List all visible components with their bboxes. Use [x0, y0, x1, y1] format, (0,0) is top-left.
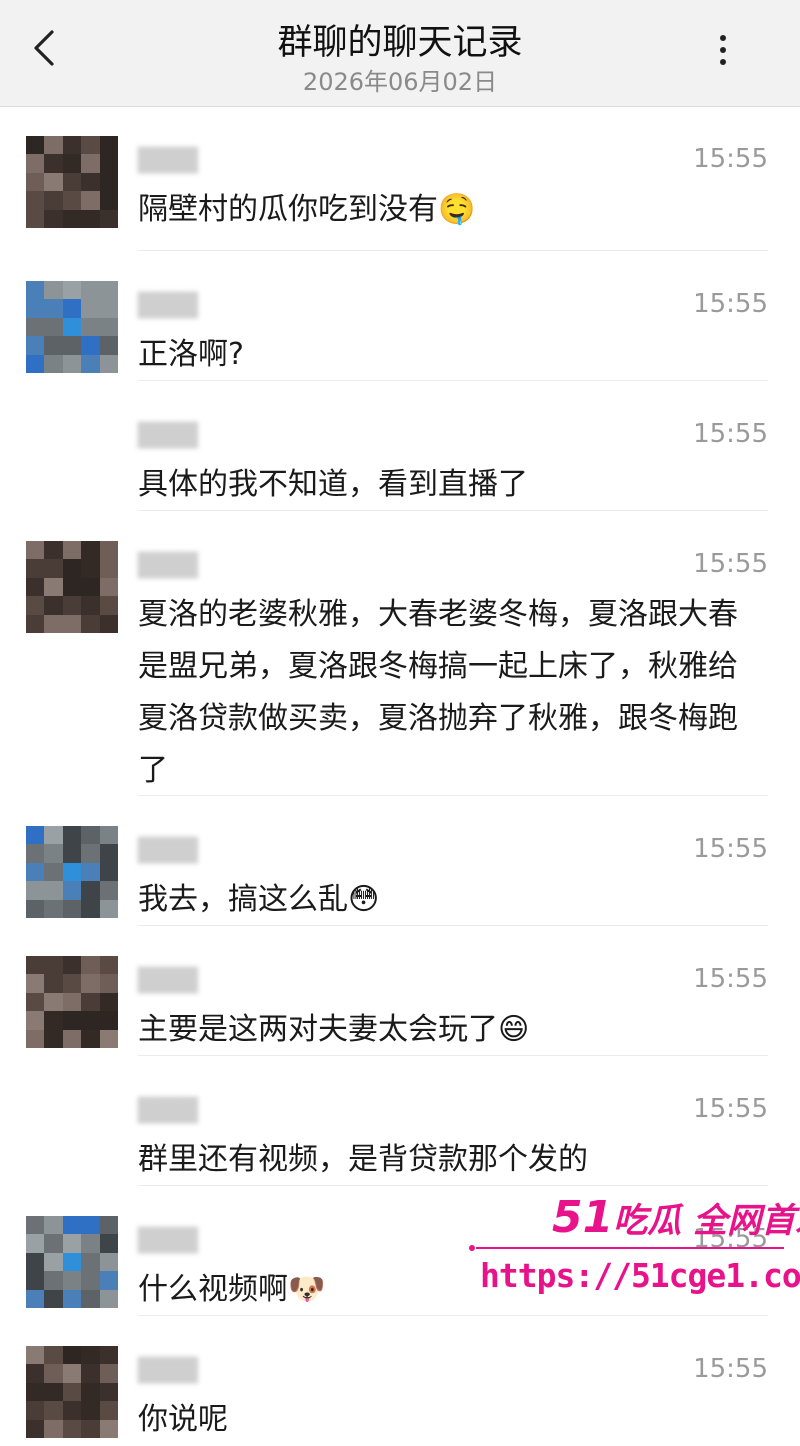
avatar[interactable]: [26, 281, 118, 373]
chat-message[interactable]: ▇▇▇ 15:55 主要是这两对夫妻太会玩了😄: [0, 926, 800, 1056]
watermark-url: https://51cge1.com: [480, 1256, 800, 1295]
emoji-icon: 🐶: [288, 1272, 326, 1307]
header-bar: 群聊的聊天记录 2026年06月02日: [0, 0, 800, 107]
message-time: 15:55: [693, 1354, 768, 1384]
message-text: 我去，搞这么乱😳: [138, 874, 752, 926]
message-text: 夏洛的老婆秋雅，大春老婆冬梅，夏洛跟大春是盟兄弟，夏洛跟冬梅搞一起上床了，秋雅给…: [138, 589, 752, 797]
chat-message[interactable]: ▇▇▇ 15:55 隔壁村的瓜你吃到没有🤤: [0, 106, 800, 251]
sender-name-blurred: ▇▇▇: [138, 1224, 198, 1254]
sender-name-blurred: ▇▇▇: [138, 1354, 198, 1384]
emoji-icon: 😄: [498, 1012, 530, 1047]
message-time: 15:55: [693, 144, 768, 174]
chat-message[interactable]: ▇▇▇ 15:55 正洛啊?: [0, 251, 800, 381]
message-text: 具体的我不知道，看到直播了: [138, 459, 752, 511]
message-text: 群里还有视频，是背贷款那个发的: [138, 1134, 752, 1186]
avatar[interactable]: [26, 136, 118, 228]
avatar[interactable]: [26, 956, 118, 1048]
chat-date: 2026年06月02日: [302, 68, 498, 96]
message-body: 什么视频啊: [138, 1272, 288, 1307]
watermark-label: 吃瓜 全网首发: [613, 1201, 800, 1241]
sender-name-blurred: ▇▇▇: [138, 549, 198, 579]
message-body: 群里还有视频，是背贷款那个发的: [138, 1142, 588, 1177]
watermark-line-icon: [469, 1245, 784, 1251]
sender-name-blurred: ▇▇▇: [138, 289, 198, 319]
chat-message[interactable]: ▇▇▇ 15:55 你说呢: [0, 1316, 800, 1438]
message-time: 15:55: [693, 834, 768, 864]
message-time: 15:55: [693, 549, 768, 579]
message-time: 15:55: [693, 1094, 768, 1124]
message-body: 隔壁村的瓜你吃到没有: [138, 192, 438, 227]
emoji-icon: 😳: [348, 882, 380, 917]
avatar[interactable]: [26, 826, 118, 918]
chat-message[interactable]: ▇▇▇ 15:55 夏洛的老婆秋雅，大春老婆冬梅，夏洛跟大春是盟兄弟，夏洛跟冬梅搞一…: [0, 511, 800, 796]
page-title: 群聊的聊天记录: [277, 23, 523, 63]
message-body: 你说呢: [138, 1402, 228, 1437]
message-body: 具体的我不知道，看到直播了: [138, 467, 528, 502]
message-body: 正洛啊?: [138, 337, 244, 372]
message-text: 你说呢: [138, 1394, 752, 1446]
watermark-number: 51: [552, 1192, 614, 1243]
chat-message[interactable]: ▇▇▇ 15:55 群里还有视频，是背贷款那个发的: [0, 1056, 800, 1186]
sender-name-blurred: ▇▇▇: [138, 419, 198, 449]
message-text: 主要是这两对夫妻太会玩了😄: [138, 1004, 752, 1056]
message-body: 夏洛的老婆秋雅，大春老婆冬梅，夏洛跟大春是盟兄弟，夏洛跟冬梅搞一起上床了，秋雅给…: [138, 597, 738, 788]
message-time: 15:55: [693, 964, 768, 994]
avatar[interactable]: [26, 1216, 118, 1308]
sender-name-blurred: ▇▇▇: [138, 144, 198, 174]
chat-message[interactable]: ▇▇▇ 15:55 具体的我不知道，看到直播了: [0, 381, 800, 511]
message-body: 主要是这两对夫妻太会玩了: [138, 1012, 498, 1047]
message-body: 我去，搞这么乱: [138, 882, 348, 917]
more-options-button[interactable]: [706, 30, 740, 70]
message-text: 隔壁村的瓜你吃到没有🤤: [138, 184, 752, 236]
emoji-icon: 🤤: [438, 192, 476, 227]
sender-name-blurred: ▇▇▇: [138, 834, 198, 864]
avatar[interactable]: [26, 1346, 118, 1438]
avatar[interactable]: [26, 541, 118, 633]
sender-name-blurred: ▇▇▇: [138, 1094, 198, 1124]
message-time: 15:55: [693, 289, 768, 319]
vertical-ellipsis-icon: [720, 35, 726, 65]
sender-name-blurred: ▇▇▇: [138, 964, 198, 994]
message-time: 15:55: [693, 419, 768, 449]
watermark-logo: 51吃瓜 全网首发 https://51cge1.com: [462, 1192, 800, 1302]
chat-message[interactable]: ▇▇▇ 15:55 我去，搞这么乱😳: [0, 796, 800, 926]
message-text: 正洛啊?: [138, 329, 752, 381]
